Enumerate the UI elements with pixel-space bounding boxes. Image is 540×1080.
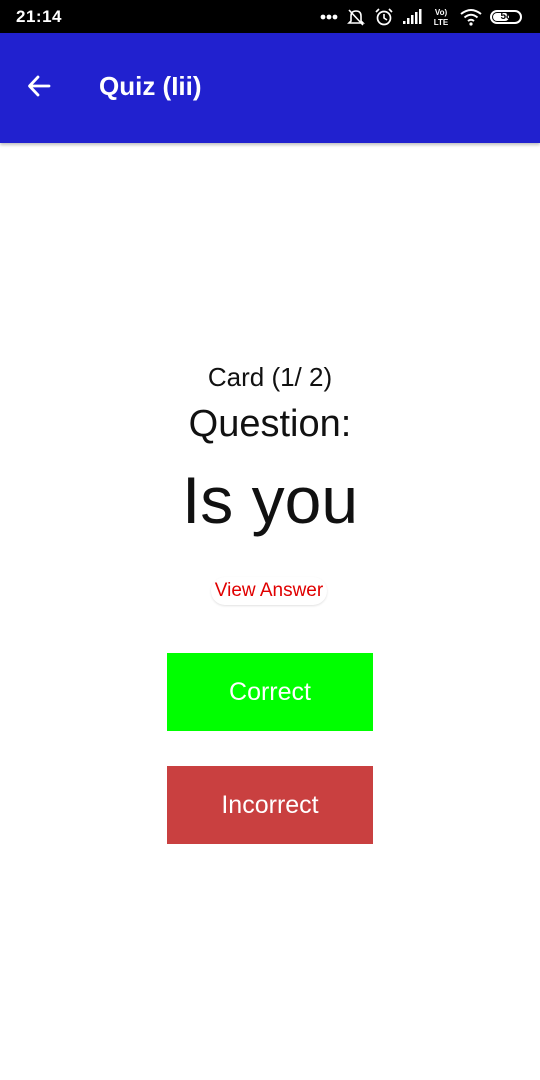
volte-label-top: Vo) [435,8,448,17]
question-text: Is you [181,463,359,537]
battery-icon: 58 [490,10,522,24]
page-title: Quiz (Iii) [99,71,202,101]
arrow-back-icon [28,75,51,97]
status-icons: Vo) LTE 58 [320,6,522,28]
app-bar: Quiz (Iii) [0,33,540,143]
volte-label-bottom: LTE [434,18,449,27]
more-dots-icon [320,14,338,20]
alarm-icon [375,8,393,26]
view-answer-button[interactable]: View Answer [211,577,327,605]
wifi-icon [460,9,482,26]
alarm-off-icon [347,9,365,26]
signal-icon [403,9,422,24]
battery-level: 58 [500,11,512,22]
status-time: 21:14 [16,7,62,26]
status-bar: 21:14 Vo) LTE 58 [0,0,540,33]
incorrect-button[interactable]: Incorrect [167,766,373,844]
question-label: Question: [188,403,352,445]
correct-button[interactable]: Correct [167,653,373,731]
card-counter: Card (1/ 2) [207,362,333,392]
volte-icon: Vo) LTE [434,8,449,27]
back-button[interactable] [22,69,56,103]
